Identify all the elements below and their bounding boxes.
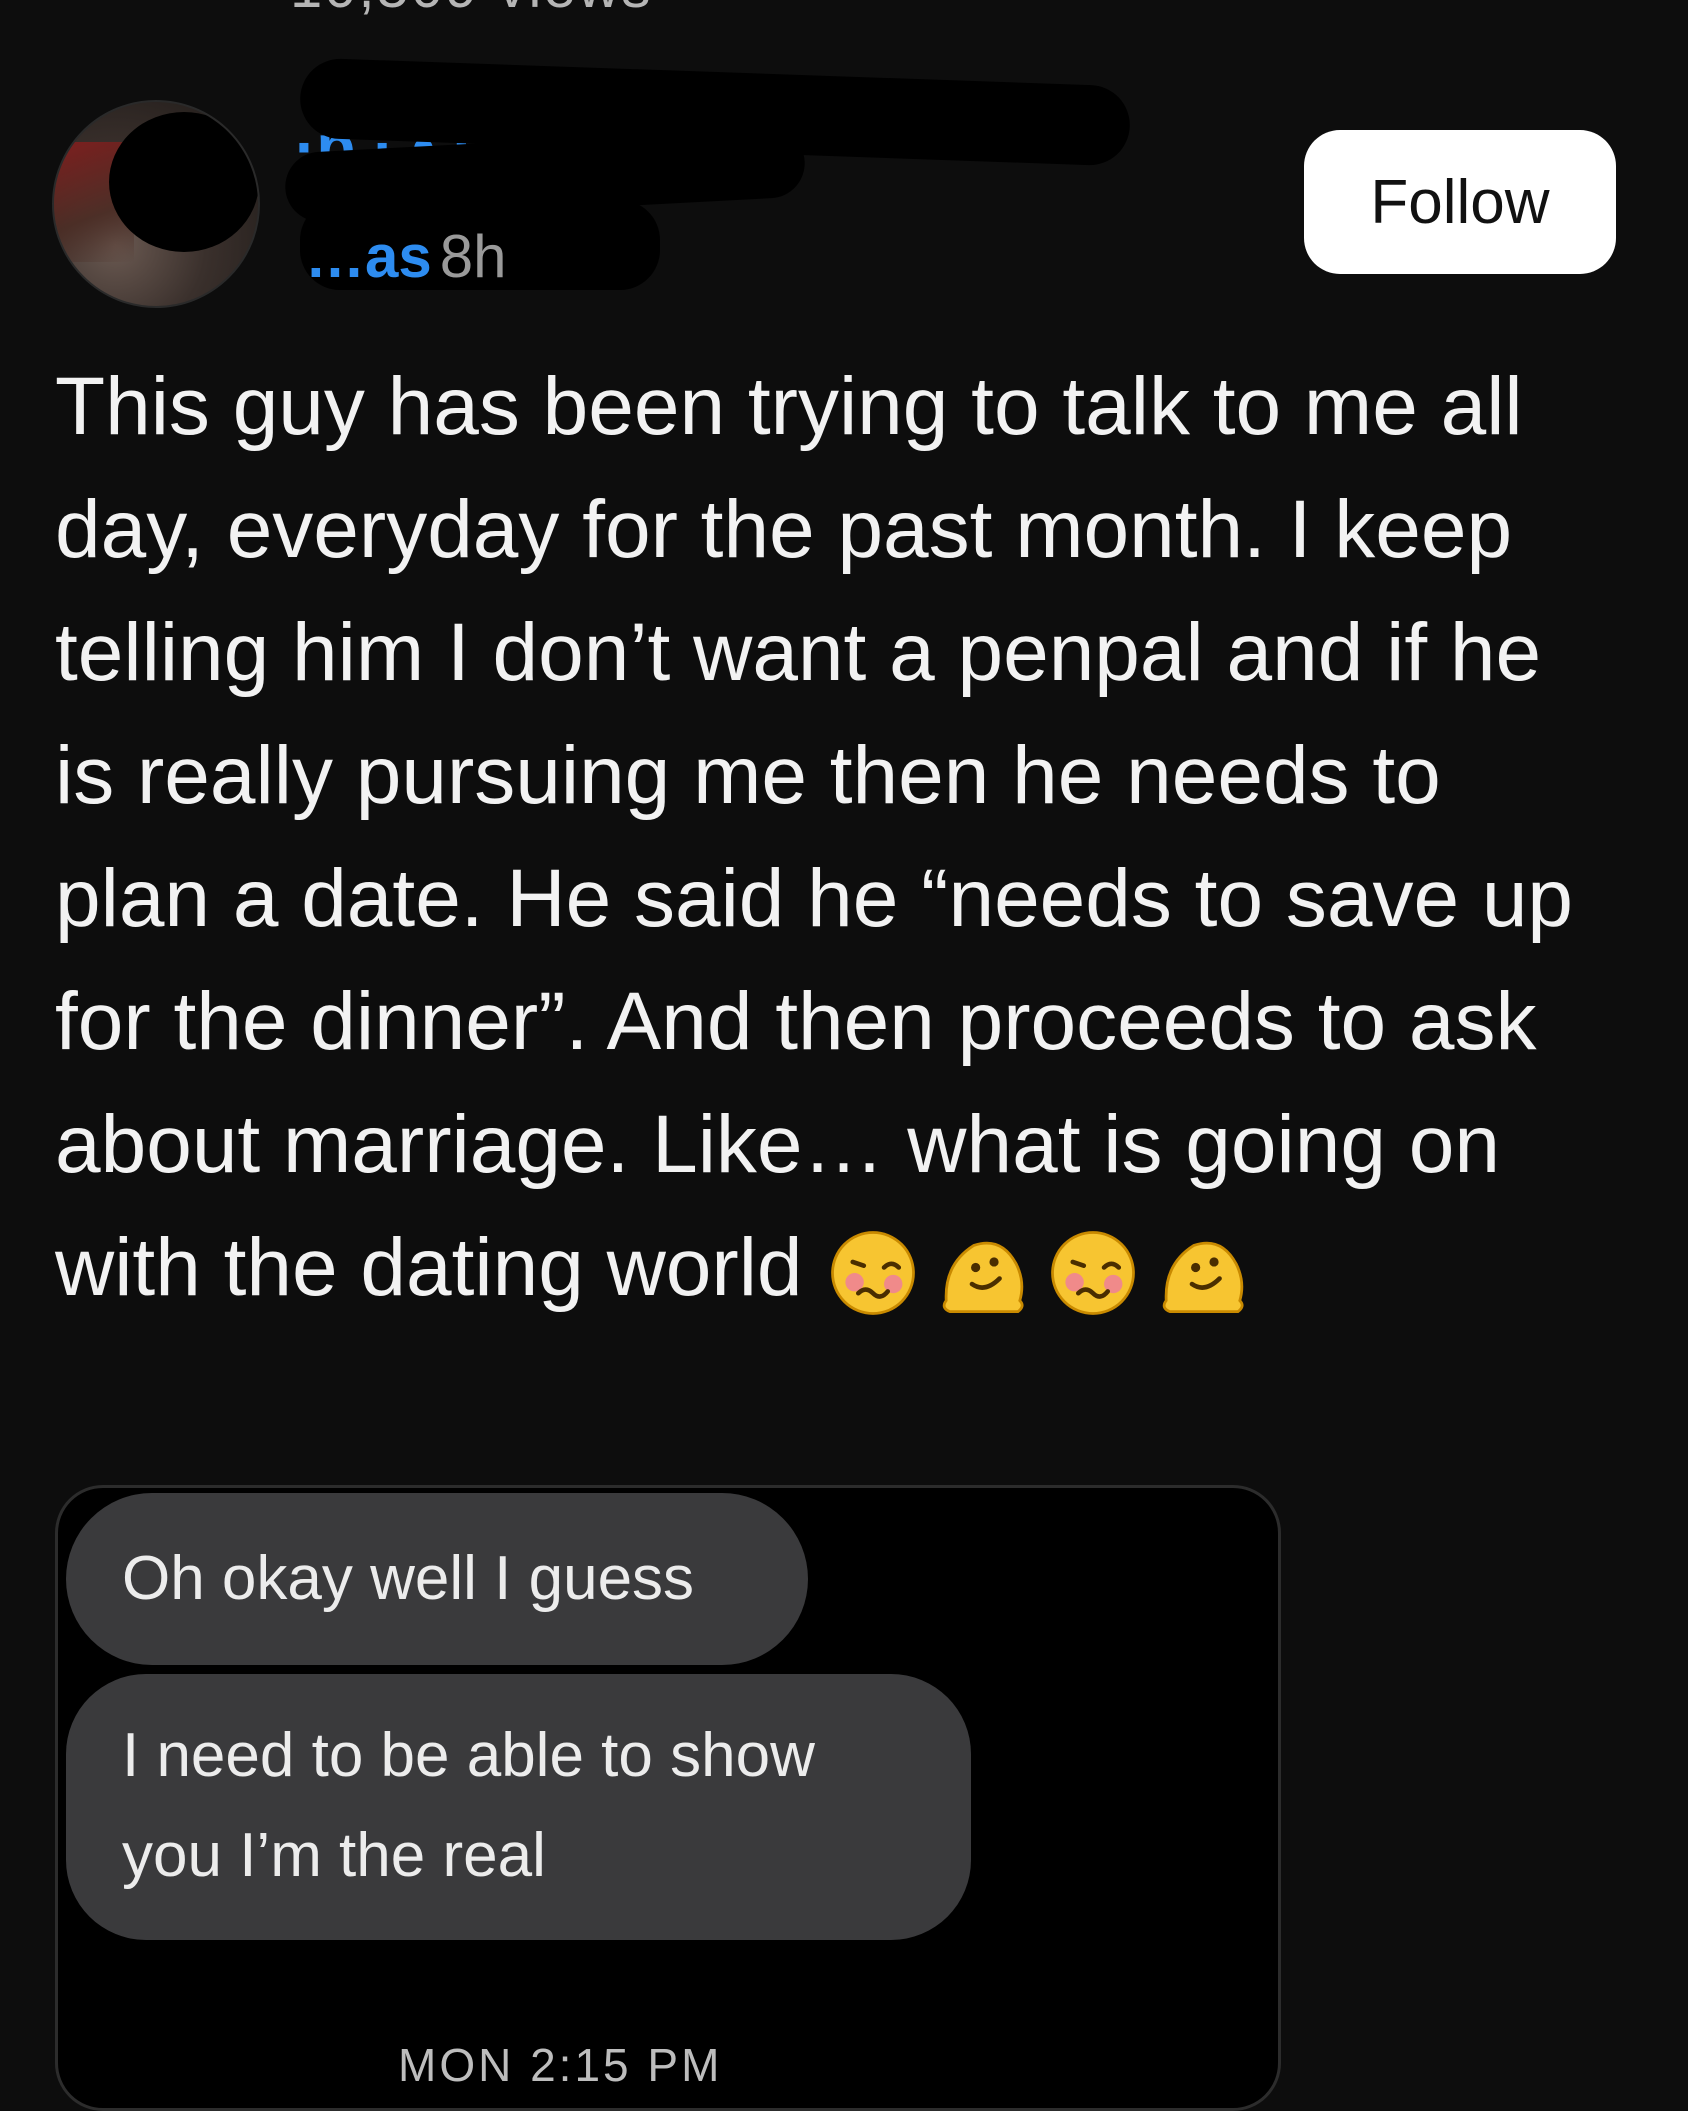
attached-screenshot[interactable]: Oh okay well I guess I need to be able t… [55, 1485, 1281, 2111]
melting-face-icon [1162, 1242, 1244, 1314]
message-text: Oh okay well I guess [122, 1544, 695, 1613]
woozy-face-icon [1050, 1231, 1135, 1316]
message-text: I need to be able to show [122, 1721, 815, 1790]
post-age: 8h [439, 223, 507, 290]
message-timestamp: MON 2:15 PM [398, 2039, 723, 2091]
follow-button[interactable]: Follow [1304, 130, 1616, 274]
message-bubble: Oh okay well I guess [66, 1493, 808, 1665]
melting-face-icon [942, 1242, 1024, 1314]
post-meta: …as 8h [305, 222, 507, 291]
message-bubble: I need to be able to show you I’m the re… [66, 1674, 971, 1940]
partial-view-count: 10,509 views [290, 0, 653, 21]
emoji-row [825, 1227, 1251, 1319]
woozy-face-icon [830, 1231, 915, 1316]
message-text: you I’m the real [122, 1821, 546, 1890]
topic-link[interactable]: …as [305, 223, 432, 290]
avatar-redaction [109, 112, 258, 252]
post-body: This guy has been trying to talk to me a… [55, 345, 1615, 1329]
post-text: This guy has been trying to talk to me a… [55, 361, 1574, 1313]
avatar[interactable] [52, 100, 260, 308]
